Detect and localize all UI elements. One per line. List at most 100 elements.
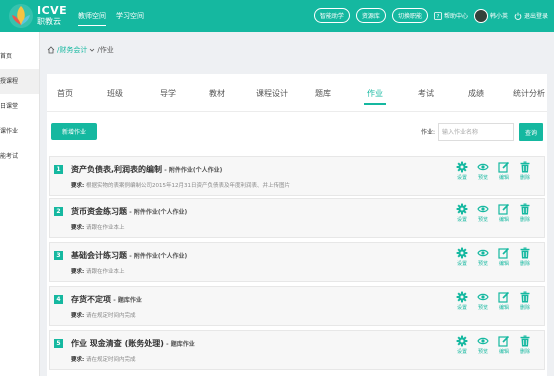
tab-course-design[interactable]: 课程设计 bbox=[256, 88, 288, 99]
settings-label: 设置 bbox=[456, 305, 467, 311]
breadcrumb: /财务会计 /作业 bbox=[47, 42, 114, 58]
user-menu[interactable]: 韩小英 bbox=[473, 8, 508, 23]
delete-label: 删除 bbox=[519, 349, 530, 355]
edit-button[interactable]: 编辑 bbox=[496, 161, 512, 181]
preview-button[interactable]: 预览 bbox=[475, 335, 491, 355]
assignment-requirement: 要求: 请跟在作业本上 bbox=[71, 223, 124, 231]
settings-button[interactable]: 设置 bbox=[454, 335, 470, 355]
delete-button[interactable]: 删除 bbox=[517, 161, 533, 181]
edit-icon bbox=[498, 161, 510, 173]
assignment-requirement: 要求: 请在规定时间内完成 bbox=[71, 311, 135, 319]
requirement-label: 要求: bbox=[71, 269, 85, 275]
tab-question-bank[interactable]: 题库 bbox=[315, 88, 331, 99]
edit-label: 编辑 bbox=[498, 349, 509, 355]
preview-button[interactable]: 预览 bbox=[475, 291, 491, 311]
assignment-actions: 设置 预览 编辑 删除 bbox=[454, 161, 533, 181]
gear-icon bbox=[456, 161, 468, 173]
brand-sub: 职教云 bbox=[37, 17, 61, 26]
home-icon[interactable] bbox=[47, 46, 55, 54]
settings-button[interactable]: 设置 bbox=[454, 161, 470, 181]
edit-icon bbox=[498, 291, 510, 303]
preview-label: 预览 bbox=[477, 217, 488, 223]
nav-teacher-space[interactable]: 教师空间 bbox=[78, 11, 106, 26]
preview-button[interactable]: 预览 bbox=[475, 161, 491, 181]
assignment-actions: 设置 预览 编辑 删除 bbox=[454, 247, 533, 267]
edit-button[interactable]: 编辑 bbox=[496, 203, 512, 223]
assignment-actions: 设置 预览 编辑 删除 bbox=[454, 335, 533, 355]
top-nav: 教师空间 学习空间 bbox=[78, 11, 144, 26]
help-center-link[interactable]: ? 帮助中心 bbox=[434, 11, 468, 20]
assignment-title-line: 作业 现金清查 (账务处理) - 题库作业 bbox=[71, 338, 195, 349]
assignment-type: - 附件作业(个人作业) bbox=[164, 167, 223, 174]
search-input[interactable] bbox=[438, 123, 514, 141]
settings-button[interactable]: 设置 bbox=[454, 291, 470, 311]
assignment-title[interactable]: 货币资金练习题 bbox=[71, 207, 127, 216]
tab-homework[interactable]: 作业 bbox=[364, 88, 386, 105]
delete-label: 删除 bbox=[519, 261, 530, 267]
top-right-controls: 智能助学 资源库 切换职能 ? 帮助中心 韩小英 退出登录 bbox=[313, 8, 548, 23]
tab-home[interactable]: 首页 bbox=[57, 88, 73, 99]
tab-exam[interactable]: 考试 bbox=[418, 88, 434, 99]
assignment-requirement: 要求: 请在规定时间内完成 bbox=[71, 355, 135, 363]
tab-statistics[interactable]: 统计分析 bbox=[513, 88, 545, 99]
logout-link[interactable]: 退出登录 bbox=[514, 11, 548, 20]
assignment-card[interactable]: 4 存货不定项 - 题库作业 要求: 请在规定时间内完成 设置 预览 编辑 删除 bbox=[49, 286, 545, 326]
search-button[interactable]: 查询 bbox=[519, 123, 543, 141]
trash-icon bbox=[520, 203, 530, 215]
requirement-label: 要求: bbox=[71, 183, 85, 189]
tab-guide[interactable]: 导学 bbox=[160, 88, 176, 99]
delete-label: 删除 bbox=[519, 305, 530, 311]
preview-label: 预览 bbox=[477, 261, 488, 267]
assignment-card[interactable]: 3 基础会计练习题 - 附件作业(个人作业) 要求: 请跟在作业本上 设置 预览… bbox=[49, 242, 545, 282]
settings-button[interactable]: 设置 bbox=[454, 247, 470, 267]
assignment-card[interactable]: 2 货币资金练习题 - 附件作业(个人作业) 要求: 请跟在作业本上 设置 预览… bbox=[49, 198, 545, 238]
assignment-card[interactable]: 5 作业 现金清查 (账务处理) - 题库作业 要求: 请在规定时间内完成 设置 bbox=[49, 330, 545, 370]
resource-library-button[interactable]: 资源库 bbox=[355, 8, 386, 23]
settings-button[interactable]: 设置 bbox=[454, 203, 470, 223]
switch-role-button[interactable]: 切换职能 bbox=[391, 8, 428, 23]
edit-label: 编辑 bbox=[498, 175, 509, 181]
top-bar: ICVE 职教云 教师空间 学习空间 智能助学 资源库 切换职能 ? 帮助中心 … bbox=[0, 0, 554, 32]
edit-button[interactable]: 编辑 bbox=[496, 335, 512, 355]
delete-button[interactable]: 删除 bbox=[517, 247, 533, 267]
sidebar-item-exam[interactable]: 能考试 bbox=[0, 144, 39, 169]
smart-assist-button[interactable]: 智能助学 bbox=[313, 8, 350, 23]
assignment-title[interactable]: 基础会计练习题 bbox=[71, 251, 127, 260]
delete-button[interactable]: 删除 bbox=[517, 291, 533, 311]
assignment-type: - 题库作业 bbox=[113, 297, 142, 304]
course-tabs: 首页 班级 导学 教材 课程设计 题库 作业 考试 成绩 统计分析 bbox=[47, 74, 547, 112]
requirement-label: 要求: bbox=[71, 225, 85, 231]
tab-grades[interactable]: 成绩 bbox=[468, 88, 484, 99]
eye-icon bbox=[477, 163, 489, 171]
svg-text:?: ? bbox=[436, 14, 439, 20]
sidebar-item-courses[interactable]: 授课程 bbox=[0, 69, 39, 94]
trash-icon bbox=[520, 291, 530, 303]
requirement-label: 要求: bbox=[71, 313, 85, 319]
chevron-down-icon[interactable] bbox=[89, 47, 95, 53]
new-assignment-button[interactable]: 新增作业 bbox=[51, 123, 97, 140]
delete-button[interactable]: 删除 bbox=[517, 203, 533, 223]
breadcrumb-course[interactable]: /财务会计 bbox=[57, 45, 87, 55]
nav-learning-space[interactable]: 学习空间 bbox=[116, 11, 144, 26]
delete-button[interactable]: 删除 bbox=[517, 335, 533, 355]
assignment-title[interactable]: 存货不定项 bbox=[71, 295, 111, 304]
preview-button[interactable]: 预览 bbox=[475, 203, 491, 223]
edit-label: 编辑 bbox=[498, 217, 509, 223]
gear-icon bbox=[456, 291, 468, 303]
main-panel: 首页 班级 导学 教材 课程设计 题库 作业 考试 成绩 统计分析 新增作业 作… bbox=[47, 74, 547, 376]
edit-button[interactable]: 编辑 bbox=[496, 291, 512, 311]
assignment-title[interactable]: 作业 现金清查 (账务处理) bbox=[71, 339, 164, 348]
sidebar-item-homework[interactable]: 课作业 bbox=[0, 119, 39, 144]
assignment-title[interactable]: 资产负债表,利润表的编制 bbox=[71, 165, 162, 174]
icve-logo-icon[interactable] bbox=[8, 3, 34, 29]
sidebar-item-classroom[interactable]: 日课堂 bbox=[0, 94, 39, 119]
tab-class[interactable]: 班级 bbox=[107, 88, 123, 99]
avatar bbox=[473, 8, 488, 23]
assignment-card[interactable]: 1 资产负债表,利润表的编制 - 附件作业(个人作业) 要求: 根据实物的表案例… bbox=[49, 156, 545, 196]
tab-textbook[interactable]: 教材 bbox=[209, 88, 225, 99]
breadcrumb-current: /作业 bbox=[97, 46, 114, 54]
assignment-type: - 题库作业 bbox=[166, 341, 195, 348]
sidebar-item-home[interactable]: 首页 bbox=[0, 44, 39, 69]
edit-button[interactable]: 编辑 bbox=[496, 247, 512, 267]
preview-button[interactable]: 预览 bbox=[475, 247, 491, 267]
